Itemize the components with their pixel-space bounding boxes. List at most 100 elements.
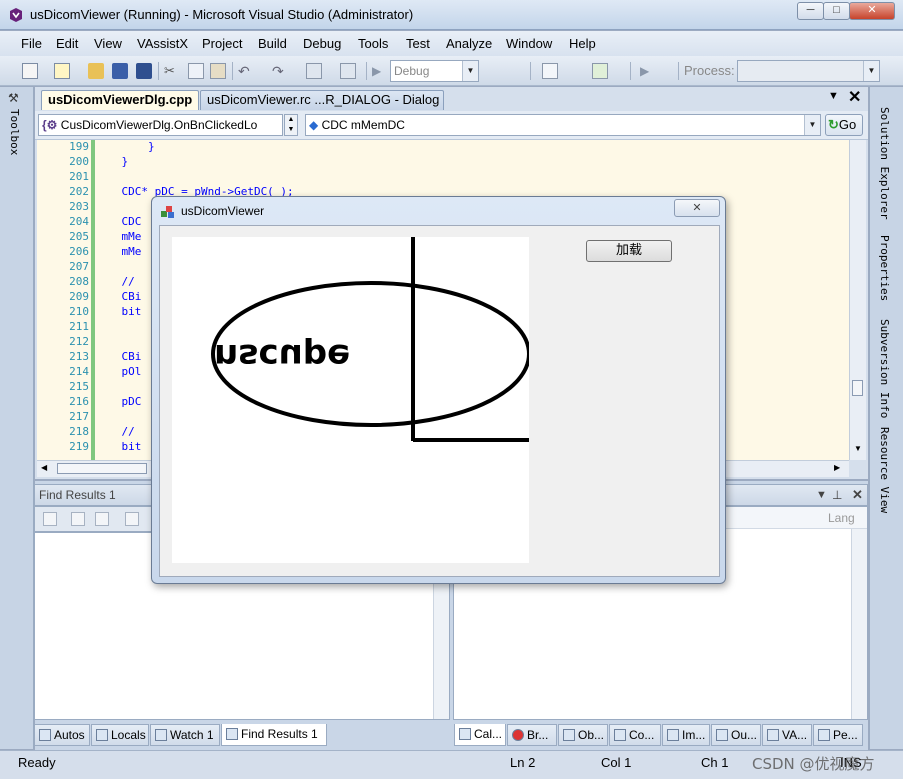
- navigation-bar: {⚙ CusDicomViewerDlg.OnBnClickedLo ▲ ▼ ◆ …: [35, 111, 868, 140]
- dialog-close-button[interactable]: ✕: [674, 199, 720, 217]
- resource-view-tab[interactable]: Resource View: [878, 427, 891, 513]
- tab-autos-label: Autos: [54, 728, 85, 742]
- restore-button[interactable]: □: [823, 2, 850, 20]
- add-item-icon[interactable]: [54, 63, 70, 79]
- tab-command-window[interactable]: Co...: [609, 724, 661, 746]
- line-number: 202: [69, 185, 89, 198]
- tab-find-results-1[interactable]: Find Results 1: [221, 724, 327, 746]
- next-result-icon[interactable]: [95, 512, 109, 526]
- image-display: nscupe: [172, 237, 529, 563]
- right-tool-strip: Solution Explorer Properties Subversion …: [869, 87, 903, 749]
- nav-spinner[interactable]: ▲ ▼: [284, 114, 298, 136]
- scroll-down-icon[interactable]: ▼: [854, 444, 862, 453]
- line-number: 219: [69, 440, 89, 453]
- task-list-icon[interactable]: [592, 63, 608, 79]
- menu-edit[interactable]: Edit: [56, 36, 78, 51]
- code-line: mMe: [95, 245, 142, 258]
- toolbox-icon: ⚒: [8, 91, 19, 105]
- menu-analyze[interactable]: Analyze: [446, 36, 492, 51]
- find-in-files-icon[interactable]: [542, 63, 558, 79]
- tab-list-icon[interactable]: ▼: [828, 90, 839, 102]
- navigate-forward-icon[interactable]: [340, 63, 356, 79]
- menu-vassistx[interactable]: VAssistX: [137, 36, 188, 51]
- right-panel-scrollbar[interactable]: [851, 529, 867, 719]
- title-bar: usDicomViewer (Running) - Microsoft Visu…: [0, 0, 903, 30]
- scroll-left-icon[interactable]: ◀: [41, 463, 47, 472]
- tab-watch-1[interactable]: Watch 1: [150, 724, 220, 746]
- solution-configuration-select[interactable]: Debug ▼: [390, 60, 479, 82]
- scroll-thumb[interactable]: [852, 380, 863, 396]
- redo-icon[interactable]: ↷: [272, 63, 288, 79]
- close-button[interactable]: ✕: [849, 2, 895, 20]
- copy-icon[interactable]: [188, 63, 204, 79]
- scroll-thumb[interactable]: [57, 463, 147, 474]
- line-number: 210: [69, 305, 89, 318]
- previous-result-icon[interactable]: [71, 512, 85, 526]
- menu-build[interactable]: Build: [258, 36, 287, 51]
- minimize-button[interactable]: ─: [797, 2, 824, 20]
- navigate-backward-icon[interactable]: [306, 63, 322, 79]
- output-icon: [716, 729, 728, 741]
- properties-tab[interactable]: Properties: [878, 235, 891, 301]
- paste-icon[interactable]: [210, 63, 226, 79]
- undo-icon[interactable]: ↶: [238, 63, 254, 79]
- menu-file[interactable]: File: [21, 36, 42, 51]
- editor-vertical-scrollbar[interactable]: ▼: [849, 140, 866, 460]
- new-project-icon[interactable]: [22, 63, 38, 79]
- go-button[interactable]: ↻Go: [825, 114, 863, 136]
- start-icon[interactable]: ▶: [372, 63, 388, 79]
- menu-tools[interactable]: Tools: [358, 36, 388, 51]
- tab-locals[interactable]: Locals: [91, 724, 149, 746]
- close-document-icon[interactable]: ✕: [848, 87, 861, 107]
- load-button[interactable]: 加载: [586, 240, 672, 262]
- code-line: CDC: [95, 215, 142, 228]
- tab-autos[interactable]: Autos: [34, 724, 90, 746]
- solution-explorer-tab[interactable]: Solution Explorer: [878, 107, 891, 220]
- tab-output[interactable]: Ou...: [711, 724, 761, 746]
- method-icon: {⚙: [42, 118, 58, 132]
- tab-usdicomviewerdlg-cpp[interactable]: usDicomViewerDlg.cpp: [41, 90, 199, 110]
- tab-pending-changes[interactable]: Pe...: [813, 724, 863, 746]
- tab-immediate-window[interactable]: Im...: [662, 724, 710, 746]
- menu-bar: File Edit View VAssistX Project Build De…: [0, 31, 903, 56]
- chevron-down-icon: ▼: [863, 61, 879, 81]
- member-select[interactable]: ◆ CDC mMemDC ▼: [305, 114, 821, 136]
- save-all-icon[interactable]: [136, 63, 152, 79]
- menu-window[interactable]: Window: [506, 36, 552, 51]
- panel-menu-icon[interactable]: ▼: [816, 485, 827, 505]
- line-number: 215: [69, 380, 89, 393]
- tab-object-browser[interactable]: Ob...: [558, 724, 608, 746]
- line-number: 204: [69, 215, 89, 228]
- code-line: pDC: [95, 395, 142, 408]
- menu-project[interactable]: Project: [202, 36, 242, 51]
- menu-help[interactable]: Help: [569, 36, 596, 51]
- tab-command-window-label: Co...: [629, 728, 655, 742]
- tab-breakpoints[interactable]: Br...: [507, 724, 557, 746]
- status-ready: Ready: [18, 755, 56, 770]
- menu-debug[interactable]: Debug: [303, 36, 341, 51]
- menu-test[interactable]: Test: [406, 36, 430, 51]
- save-icon[interactable]: [112, 63, 128, 79]
- close-panel-icon[interactable]: ✕: [852, 485, 863, 505]
- class-member-select[interactable]: {⚙ CusDicomViewerDlg.OnBnClickedLo: [38, 114, 283, 136]
- find-results-goto-icon[interactable]: [43, 512, 57, 526]
- continue-icon[interactable]: ▶: [640, 63, 656, 79]
- subversion-info-tab[interactable]: Subversion Info: [878, 319, 891, 418]
- language-column-header[interactable]: Lang: [828, 511, 855, 525]
- scroll-right-icon[interactable]: ▶: [834, 463, 840, 472]
- pin-icon[interactable]: ⊥: [832, 485, 842, 505]
- toolbox-tab[interactable]: Toolbox: [8, 109, 21, 155]
- tab-call-stack[interactable]: Cal...: [454, 724, 506, 746]
- dialog-title: usDicomViewer: [181, 204, 265, 218]
- watermark: CSDN @优视魔方: [752, 755, 875, 773]
- clear-results-icon[interactable]: [125, 512, 139, 526]
- line-number: 199: [69, 140, 89, 153]
- open-folder-icon[interactable]: [88, 63, 104, 79]
- menu-view[interactable]: View: [94, 36, 122, 51]
- watch-icon: [155, 729, 167, 741]
- mfc-app-icon: [161, 206, 174, 218]
- tab-vassistx[interactable]: VA...: [762, 724, 812, 746]
- process-select[interactable]: ▼: [737, 60, 880, 82]
- tab-resource-dialog[interactable]: usDicomViewer.rc ...R_DIALOG - Dialog: [200, 90, 444, 110]
- cut-icon[interactable]: ✂: [164, 63, 180, 79]
